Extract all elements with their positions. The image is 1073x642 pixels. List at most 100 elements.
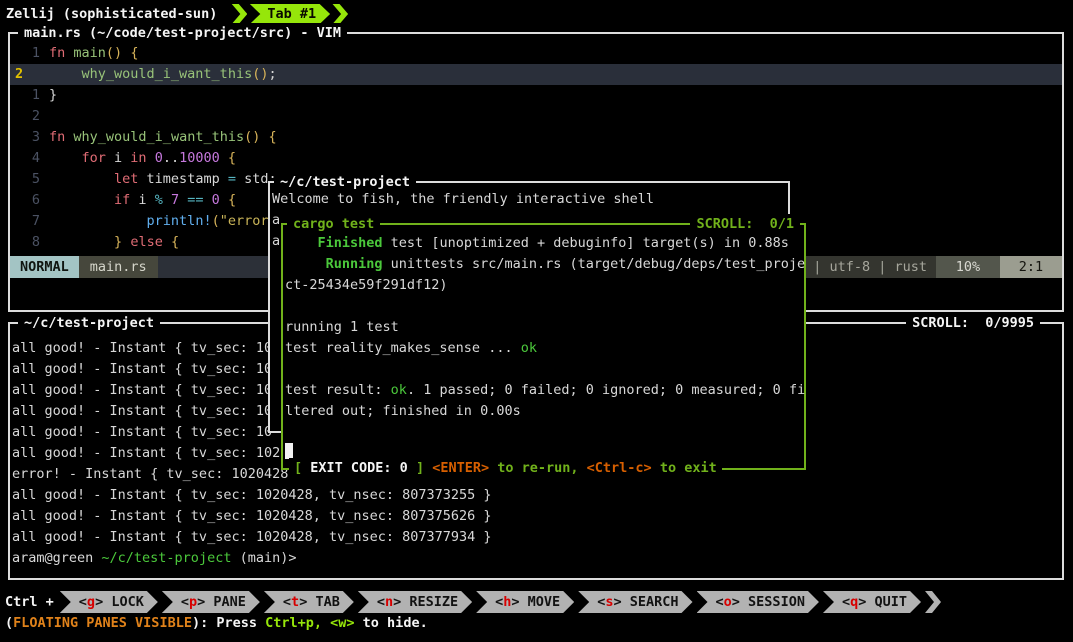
keybar-segment-quit[interactable]: <q> QUIT: [823, 591, 921, 613]
cargo-scroll-indicator: SCROLL: 0/1: [690, 214, 800, 235]
code-text: why_would_i_want_this();: [49, 64, 277, 85]
text-segment: all good! - Instant { tv_sec: 1020428, t…: [12, 508, 492, 524]
text-segment: all good! - Instant { tv_sec: 10: [12, 403, 272, 419]
text-segment: }: [49, 87, 57, 103]
text-segment: println!: [147, 213, 212, 229]
code-text: for i in 0..10000 {: [49, 148, 236, 169]
text-segment: [49, 213, 147, 229]
text-segment: <w>: [330, 615, 354, 631]
text-segment: {: [228, 192, 236, 208]
keybar-segment-text: q: [850, 594, 858, 610]
text-segment: all good! - Instant { tv_sec: 1020428, t…: [12, 529, 492, 545]
text-segment: ok: [391, 382, 407, 398]
text-segment: [163, 192, 171, 208]
text-segment: Welcome to fish, the friendly interactiv…: [272, 191, 654, 207]
line-number: 7: [10, 211, 49, 232]
topbar: Zellij (sophisticated-sun) Tab #1: [6, 3, 348, 25]
text-segment: Finished: [318, 235, 383, 251]
keybar-segment-session[interactable]: <o> SESSION: [697, 591, 819, 613]
text-segment: let: [114, 171, 138, 187]
vim-scroll-percent: 10%: [936, 256, 1000, 278]
text-segment: [260, 129, 268, 145]
tab-arrow-icon: [332, 4, 348, 25]
text-segment: 7: [171, 192, 179, 208]
keybar-segment-text: > RESIZE: [393, 594, 458, 610]
editor-pane-title: main.rs (~/code/test-project/src) - VIM: [18, 23, 347, 44]
text-segment: for: [82, 150, 106, 166]
text-segment: a: [272, 212, 280, 228]
keybar-segment-text: g: [87, 594, 95, 610]
line-number: 4: [10, 148, 49, 169]
tab-arrow-icon: [231, 4, 247, 25]
text-segment: aram@green: [12, 550, 101, 566]
tab-ribbon[interactable]: Tab #1: [231, 4, 348, 25]
cargo-float-pane[interactable]: cargo test SCROLL: 0/1 Finished test [un…: [281, 223, 806, 470]
line-number: 8: [10, 232, 49, 253]
keybar-segment-resize[interactable]: <n> RESIZE: [358, 591, 472, 613]
vim-file-meta: x | utf-8 | rust: [788, 256, 936, 278]
code-text: fn main() {: [49, 43, 138, 64]
text-segment: test reality_makes_sense ...: [285, 340, 521, 356]
text-segment: {: [228, 150, 236, 166]
line-number: 3: [10, 127, 49, 148]
text-segment: (): [106, 45, 122, 61]
keybar-segment-lock[interactable]: <g> LOCK: [60, 591, 158, 613]
vim-mode: NORMAL: [10, 256, 79, 278]
text-segment: test result:: [285, 382, 391, 398]
text-segment: fn: [49, 129, 65, 145]
code-text: if i % 7 == 0 {: [49, 190, 236, 211]
text-segment: <Ctrl-c>: [587, 460, 652, 476]
code-line: 3fn why_would_i_want_this() {: [10, 127, 1062, 148]
log-line: all good! - Instant { tv_sec: 1020428, t…: [12, 485, 1062, 506]
text-segment: (: [212, 213, 220, 229]
text-segment: a: [272, 233, 280, 249]
text-segment: ok: [521, 340, 537, 356]
keybar-segment-text: <: [181, 594, 189, 610]
keybar-segment-text: > LOCK: [95, 594, 144, 610]
keybar-segment-text: <: [377, 594, 385, 610]
text-segment: [49, 150, 82, 166]
log-line: all good! - Instant { tv_sec: 1020428, t…: [12, 527, 1062, 548]
line-number: 2: [10, 106, 49, 127]
text-segment: all good! - Instant { tv_sec: 10: [12, 382, 272, 398]
keybar-segment-move[interactable]: <h> MOVE: [476, 591, 574, 613]
keybar-segment-search[interactable]: <s> SEARCH: [578, 591, 692, 613]
text-segment: to exit: [652, 460, 717, 476]
text-segment: [220, 150, 228, 166]
keybar-segment-text: <: [283, 594, 291, 610]
code-line: 1fn main() {: [10, 43, 1062, 64]
text-segment: ..: [163, 150, 179, 166]
text-segment: [220, 192, 228, 208]
keybar-segment-text: o: [724, 594, 732, 610]
text-segment: ==: [187, 192, 203, 208]
keybar-segment-tab[interactable]: <t> TAB: [264, 591, 354, 613]
text-segment: [322, 615, 330, 631]
keybar-segment-pane[interactable]: <p> PANE: [162, 591, 260, 613]
text-segment: to re-run,: [489, 460, 587, 476]
text-segment: all good! - Instant { tv_sec: 10: [12, 424, 272, 440]
vim-cursor-position: 2:1: [1000, 256, 1062, 278]
keybar-segment-text: > MOVE: [511, 594, 560, 610]
text-segment: error! - Instant { tv_sec: 1020428: [12, 466, 288, 482]
cargo-line: Finished test [unoptimized + debuginfo] …: [285, 233, 804, 254]
text-segment: fn: [49, 45, 65, 61]
text-segment: EXIT CODE: 0: [310, 460, 408, 476]
text-segment: why_would_i_want_this: [82, 66, 253, 82]
cargo-line: ltered out; finished in 0.00s: [285, 401, 804, 422]
tab-1[interactable]: Tab #1: [249, 4, 330, 25]
keybar-segment-text: > TAB: [299, 594, 340, 610]
text-segment: [163, 234, 171, 250]
floating-panes-help: (FLOATING PANES VISIBLE): Press Ctrl+p, …: [5, 613, 428, 634]
keybar-prefix: Ctrl +: [5, 592, 54, 613]
code-line: 2: [10, 106, 1062, 127]
code-text: } else {: [49, 232, 179, 253]
text-segment: {: [269, 129, 277, 145]
text-segment: ]: [408, 460, 432, 476]
code-line: 2 why_would_i_want_this();: [10, 64, 1062, 85]
keybar-segment-text: <: [79, 594, 87, 610]
ribbon-tail-icon: [925, 591, 941, 613]
text-segment: . 1 passed; 0 failed; 0 ignored; 0 measu…: [407, 382, 805, 398]
line-number: 1: [10, 43, 49, 64]
text-segment: all good! - Instant { tv_sec: 10: [12, 361, 272, 377]
text-segment: 0: [155, 150, 163, 166]
